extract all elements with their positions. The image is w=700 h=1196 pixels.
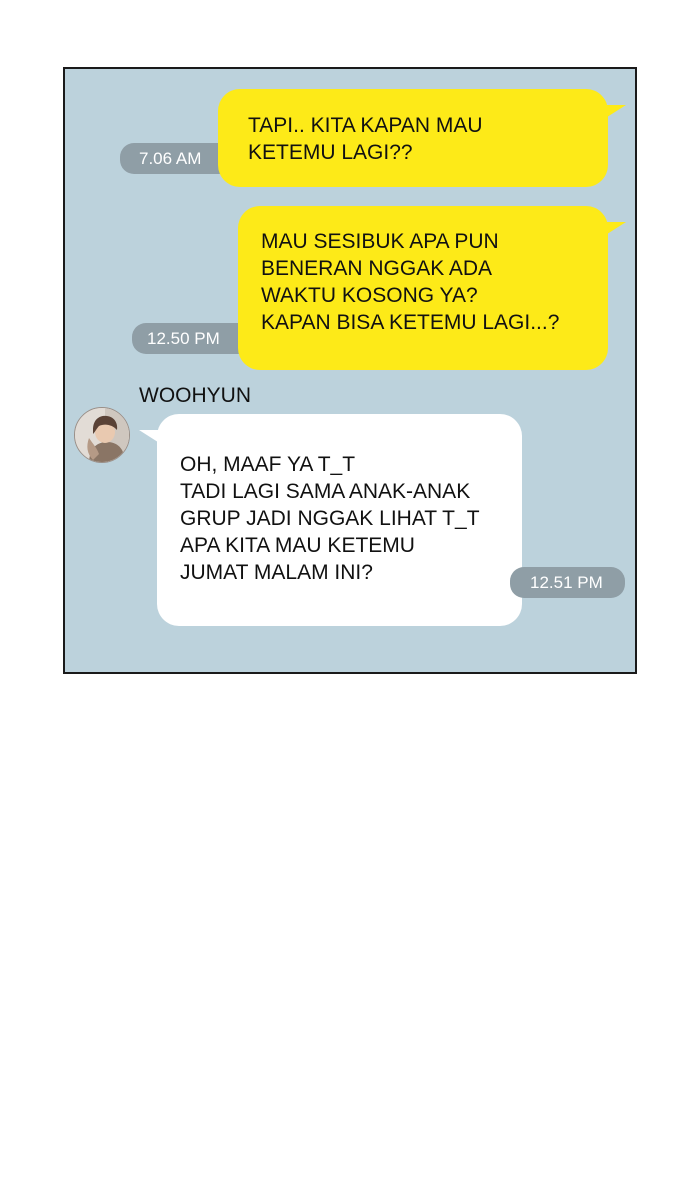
timestamp: 12.51 PM xyxy=(510,567,625,598)
bubble-tail xyxy=(604,105,626,119)
sender-name: WOOHYUN xyxy=(139,384,251,407)
message-line: BENERAN NGGAK ADA xyxy=(261,257,493,280)
message-line: KAPAN BISA KETEMU LAGI...? xyxy=(261,311,560,334)
outgoing-message-bubble[interactable]: TAPI.. KITA KAPAN MAU KETEMU LAGI?? xyxy=(218,89,626,187)
bubble-tail xyxy=(139,430,161,444)
message-line: TAPI.. KITA KAPAN MAU xyxy=(248,114,483,137)
message-line: APA KITA MAU KETEMU xyxy=(180,534,415,557)
message-line: JUMAT MALAM INI? xyxy=(180,561,373,584)
message-line: OH, MAAF YA T_T xyxy=(180,453,356,476)
outgoing-message-bubble[interactable]: MAU SESIBUK APA PUN BENERAN NGGAK ADA WA… xyxy=(238,206,626,370)
avatar-woohyun-icon[interactable] xyxy=(74,407,130,463)
timestamp: 12.50 PM xyxy=(132,323,252,354)
incoming-message-bubble[interactable]: OH, MAAF YA T_T TADI LAGI SAMA ANAK-ANAK… xyxy=(139,414,522,626)
message-line: MAU SESIBUK APA PUN xyxy=(261,230,499,253)
message-line: GRUP JADI NGGAK LIHAT T_T xyxy=(180,507,480,530)
message-line: TADI LAGI SAMA ANAK-ANAK xyxy=(180,480,471,503)
bubble-tail xyxy=(604,222,626,236)
avatar-image xyxy=(75,408,129,462)
message-line: WAKTU KOSONG YA? xyxy=(261,284,478,307)
message-line: KETEMU LAGI?? xyxy=(248,141,413,164)
